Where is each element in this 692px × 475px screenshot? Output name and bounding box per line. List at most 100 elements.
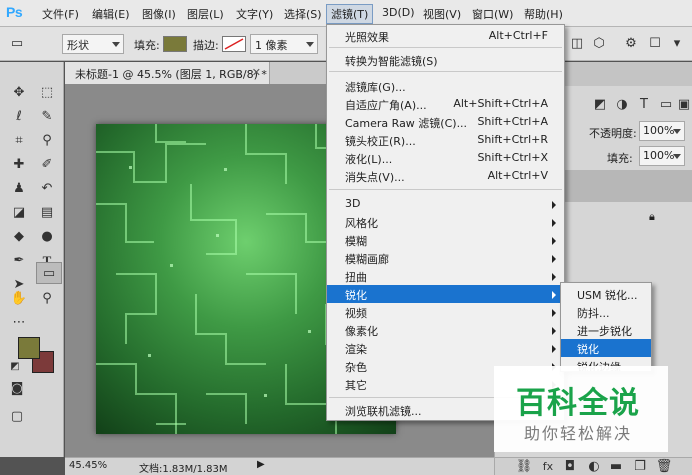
blur-tool-icon[interactable]: ◆ [8,226,30,248]
foreground-color-swatch[interactable] [18,337,40,359]
fill-opacity-value: 100% [643,149,675,162]
menu-window[interactable]: 窗口(W) [472,6,513,22]
menu-item-pixelate[interactable]: 像素化 [327,321,564,339]
submenu-item-sharpen-more[interactable]: 进一步锐化 [561,321,651,339]
more-tools-icon[interactable]: ⋯ [8,312,30,334]
menu-bar: Ps 文件(F) 编辑(E) 图像(I) 图层(L) 文字(Y) 选择(S) 滤… [0,0,692,27]
crop-tool-icon[interactable]: ⌗ [8,130,30,152]
tool-preset-icon[interactable]: ▭ [8,35,26,53]
dodge-tool-icon[interactable]: ● [36,226,58,248]
quick-mask-icon[interactable]: ◙ [6,378,28,400]
menu-edit[interactable]: 编辑(E) [92,6,130,22]
document-size: 文档:1.83M/1.83M [139,464,228,475]
default-colors-icon[interactable]: ◩ [4,356,26,378]
fill-opacity-input[interactable]: 100% [639,146,685,166]
path-arrange-icon[interactable]: ⬡ [590,35,608,53]
eyedropper-tool-icon[interactable]: ⚲ [36,130,58,152]
menu-item-lens-correction[interactable]: 镜头校正(R)... Shift+Ctrl+R [327,131,564,149]
close-icon[interactable]: ✕ [252,66,261,79]
filter-adjust-icon[interactable]: ◑ [613,96,631,114]
layers-footer: ⛓ fx ◘ ◐ ▬ ❐ 🗑︎ [495,457,692,475]
zoom-level[interactable]: 45.45% [69,460,107,471]
document-tab[interactable]: 未标题-1 @ 45.5% (图层 1, RGB/8) * ✕ [65,62,270,84]
gradient-tool-icon[interactable]: ▤ [36,202,58,224]
menu-item-distort[interactable]: 扭曲 [327,267,564,285]
submenu-item-shake-reduction[interactable]: 防抖... [561,303,651,321]
stroke-label: 描边: [193,39,219,52]
fill-swatch[interactable] [163,36,187,52]
menu-view[interactable]: 视图(V) [423,6,461,22]
eraser-tool-icon[interactable]: ◪ [8,202,30,224]
menu-separator [329,47,562,48]
menu-item-render[interactable]: 渲染 [327,339,564,357]
history-brush-icon[interactable]: ↶ [36,178,58,200]
submenu-item-sharpen[interactable]: 锐化 [561,339,651,357]
shape-mode-dropdown[interactable]: 形状 [62,34,124,54]
menu-item-filter-gallery[interactable]: 滤镜库(G)... [327,77,564,95]
menu-item-convert-smart-filter[interactable]: 转换为智能滤镜(S) [327,51,564,69]
menu-3d[interactable]: 3D(D) [382,6,415,19]
align-edges-icon[interactable]: ☐ [646,35,664,53]
fx-icon[interactable]: fx [539,458,557,475]
quick-select-tool-icon[interactable]: ✎ [36,106,58,128]
move-tool-icon[interactable]: ✥ [8,82,30,104]
menu-file[interactable]: 文件(F) [42,6,79,22]
menu-item-stylize[interactable]: 风格化 [327,213,564,231]
menu-item-blur[interactable]: 模糊 [327,231,564,249]
hand-tool-icon[interactable]: ✋ [8,288,30,310]
marquee-tool-icon[interactable]: ⬚ [36,82,58,104]
settings-gear-icon[interactable]: ⚙ [622,35,640,53]
link-layers-icon[interactable]: ⛓ [515,458,533,475]
menu-item-sharpen[interactable]: 锐化 [327,285,564,303]
menu-filter[interactable]: 滤镜(T) [326,4,374,24]
submenu-item-unsharp-mask[interactable]: USM 锐化... [561,285,651,303]
group-icon[interactable]: ▬ [607,458,625,475]
lasso-tool-icon[interactable]: ℓ [8,106,30,128]
menu-item-video[interactable]: 视频 [327,303,564,321]
menu-select[interactable]: 选择(S) [284,6,322,22]
shape-mode-value: 形状 [67,39,89,52]
clone-stamp-icon[interactable]: ♟ [8,178,30,200]
adjustment-layer-icon[interactable]: ◐ [585,458,603,475]
photoshop-logo: Ps [6,4,23,20]
new-layer-icon[interactable]: ❐ [631,458,649,475]
stroke-none-icon [224,38,244,50]
menu-separator [329,189,562,190]
zoom-tool-icon[interactable]: ⚲ [36,288,58,310]
menu-type[interactable]: 文字(Y) [236,6,273,22]
add-mask-icon[interactable]: ◘ [561,458,579,475]
menu-item-3d[interactable]: 3D [327,195,564,213]
menu-item-adaptive-wide-angle[interactable]: 自适应广角(A)... Alt+Shift+Ctrl+A [327,95,564,113]
opacity-input[interactable]: 100% [639,121,685,141]
delete-layer-icon[interactable]: 🗑︎ [655,458,673,475]
menu-item-blur-gallery[interactable]: 模糊画廊 [327,249,564,267]
fill-label: 填充: [134,39,160,52]
filter-type-icon[interactable]: T [635,96,653,114]
menu-help[interactable]: 帮助(H) [524,6,563,22]
pen-tool-icon[interactable]: ✒ [8,250,30,272]
menu-item-liquify[interactable]: 液化(L)... Shift+Ctrl+X [327,149,564,167]
status-bar: 45.45% 文档:1.83M/1.83M ▶ [65,457,495,475]
watermark-title: 百科全说 [516,386,640,421]
menu-layer[interactable]: 图层(L) [187,6,224,22]
brush-tool-icon[interactable]: ✐ [36,154,58,176]
filter-shape-icon[interactable]: ▭ [657,96,675,114]
menu-separator [329,71,562,72]
menu-item-vanishing-point[interactable]: 消失点(V)... Alt+Ctrl+V [327,167,564,185]
menu-item-lighting-effects[interactable]: 光照效果 Alt+Ctrl+F [327,27,564,45]
stroke-swatch[interactable] [222,36,246,52]
screen-mode-icon[interactable]: ▢ [6,406,28,428]
more-options-icon[interactable]: ▾ [668,35,686,53]
watermark: 百科全说 助你轻松解决 [494,366,668,452]
filter-pixel-icon[interactable]: ◩ [591,96,609,114]
opacity-label: 不透明度: [589,127,637,140]
stroke-width-dropdown[interactable]: 1 像素 [250,34,318,54]
path-operations-icon[interactable]: ◫ [568,35,586,53]
rectangle-tool-icon[interactable]: ▭ [36,262,62,284]
menu-item-camera-raw[interactable]: Camera Raw 滤镜(C)... Shift+Ctrl+A [327,113,564,131]
healing-brush-icon[interactable]: ✚ [8,154,30,176]
menu-image[interactable]: 图像(I) [142,6,176,22]
filter-smart-icon[interactable]: ▣ [675,96,692,114]
status-menu-arrow-icon[interactable]: ▶ [257,459,265,470]
sharpen-submenu: USM 锐化... 防抖... 进一步锐化 锐化 锐化边缘 [560,282,652,372]
